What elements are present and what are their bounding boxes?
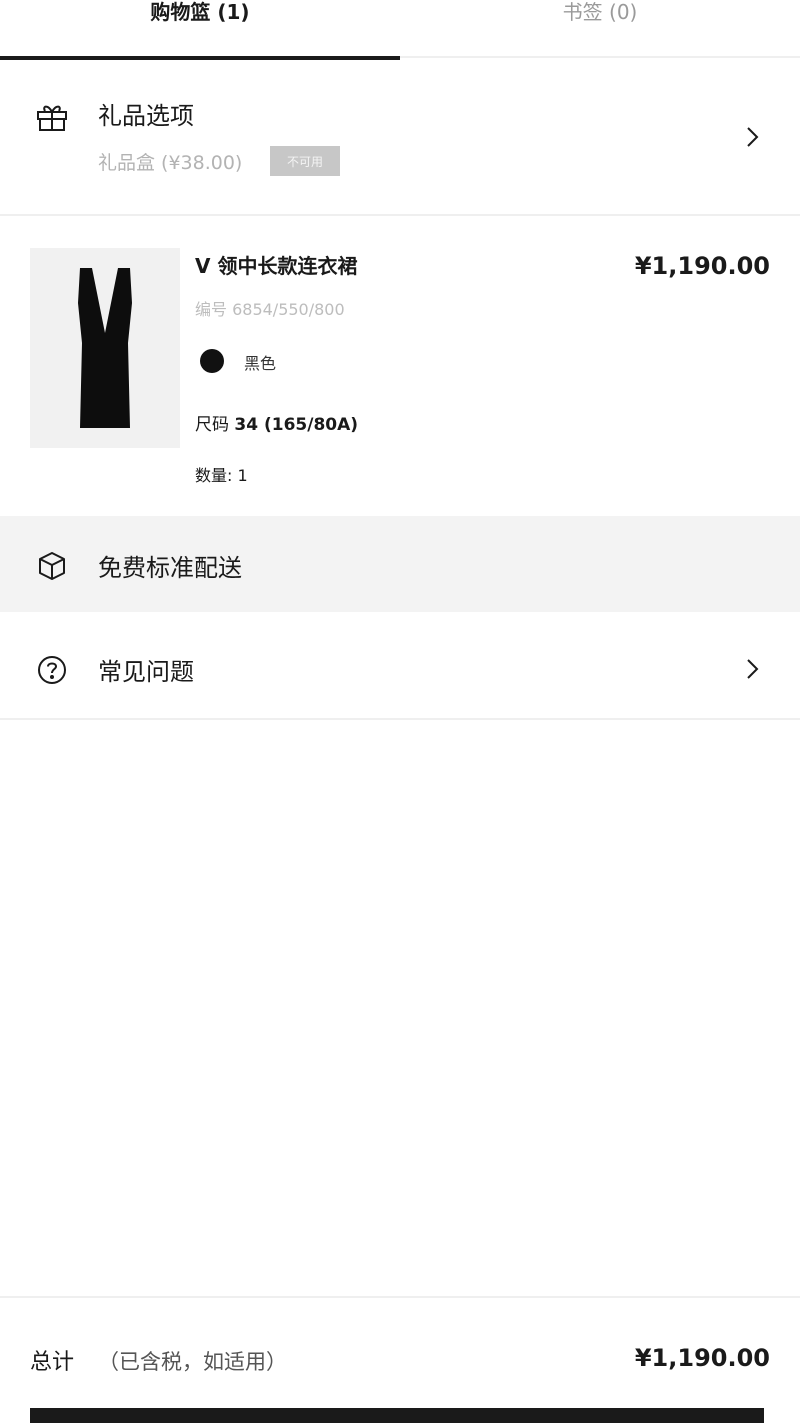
question-icon	[38, 656, 66, 684]
chevron-right-icon	[747, 127, 759, 147]
free-shipping-text: 免费标准配送	[98, 554, 242, 582]
total-price: ¥1,190.00	[634, 1344, 770, 1372]
size-prefix: 尺码	[195, 415, 229, 435]
gift-options-row[interactable]: 礼品选项 礼品盒 (¥38.00) 不可用	[0, 60, 800, 216]
product-quantity: 数量: 1	[195, 466, 248, 485]
product-color: 黑色	[244, 354, 277, 373]
gift-box-price: 礼品盒 (¥38.00)	[98, 152, 243, 174]
chevron-right-icon	[747, 659, 759, 679]
size-value: 34 (165/80A)	[234, 415, 359, 435]
product-name[interactable]: V 领中长款连衣裙	[195, 250, 357, 279]
color-swatch	[200, 349, 224, 373]
gift-icon	[37, 105, 67, 131]
total-label: 总计	[30, 1350, 75, 1375]
dress-illustration	[78, 268, 132, 428]
tab-bookmarks-label: 书签 (0)	[562, 0, 638, 24]
faq-row[interactable]: 常见问题	[0, 612, 800, 720]
tab-basket-label: 购物篮 (1)	[150, 0, 250, 24]
cart-item: V 领中长款连衣裙 ¥1,190.00 编号 6854/550/800 黑色 尺…	[0, 218, 800, 516]
checkout-button[interactable]	[30, 1408, 764, 1423]
tab-bookmarks[interactable]: 书签 (0)	[400, 0, 800, 58]
faq-label: 常见问题	[98, 658, 194, 686]
cart-tabs: 购物篮 (1) 书签 (0)	[0, 0, 800, 60]
product-reference: 编号 6854/550/800	[195, 300, 345, 319]
product-price: ¥1,190.00	[634, 252, 770, 280]
product-size: 尺码 34 (165/80A)	[195, 410, 358, 435]
tax-note: （已含税，如适用）	[98, 1350, 287, 1374]
box-icon	[39, 552, 65, 580]
shipping-banner: 免费标准配送	[0, 516, 800, 612]
gift-unavailable-badge: 不可用	[270, 146, 340, 176]
tab-basket[interactable]: 购物篮 (1)	[0, 0, 400, 60]
gift-options-title: 礼品选项	[98, 102, 194, 130]
product-image[interactable]	[30, 248, 180, 448]
cart-summary: 总计 （已含税，如适用） ¥1,190.00	[0, 1296, 800, 1423]
